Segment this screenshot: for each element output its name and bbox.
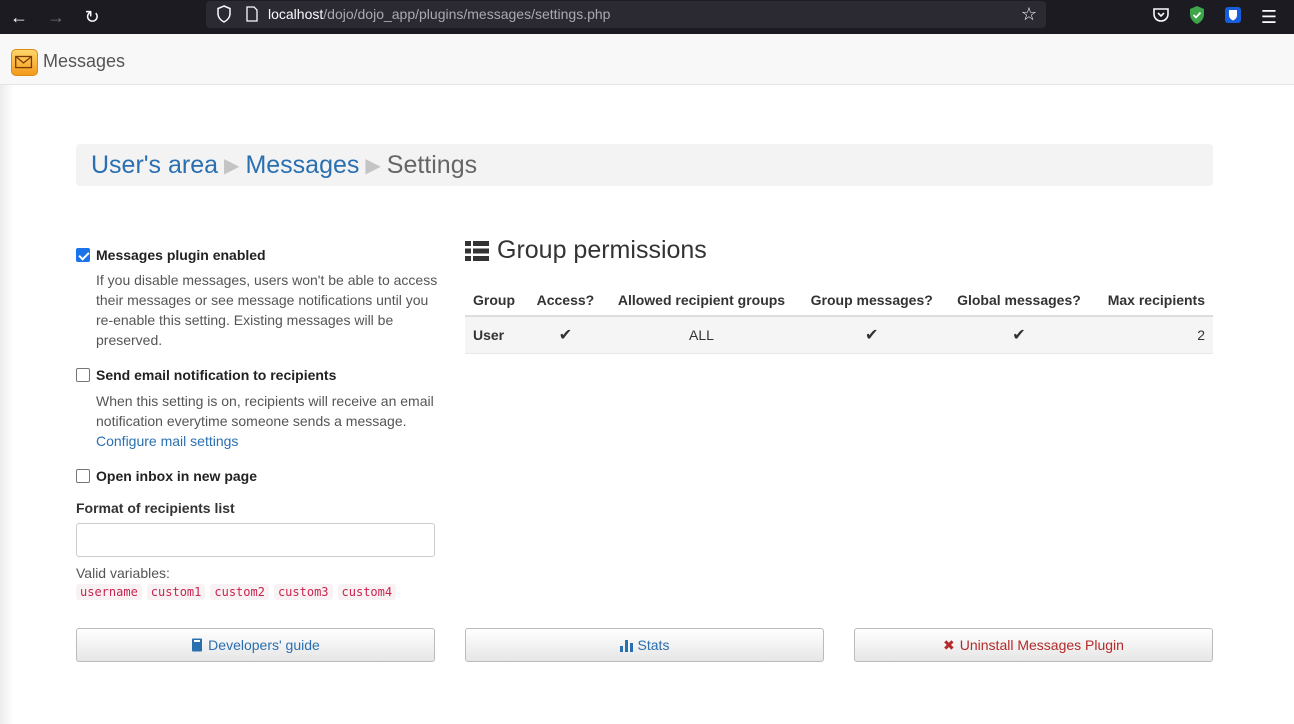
developers-guide-button[interactable]: Developers' guide xyxy=(76,628,435,662)
table-row: User ✔ ALL ✔ ✔ 2 xyxy=(465,316,1213,354)
group-permissions-heading: Group permissions xyxy=(465,236,707,265)
setting-plugin-enabled[interactable]: Messages plugin enabled xyxy=(76,247,266,263)
permissions-header-row: Group Access? Allowed recipient groups G… xyxy=(465,284,1213,317)
uninstall-button[interactable]: ✖ Uninstall Messages Plugin xyxy=(854,628,1213,662)
plugin-enabled-checkbox[interactable] xyxy=(76,248,90,262)
breadcrumb-messages[interactable]: Messages xyxy=(245,151,359,180)
configure-mail-link[interactable]: Configure mail settings xyxy=(96,433,238,449)
valid-variables-list: username custom1 custom2 custom3 custom4 xyxy=(76,584,397,600)
max-recipients-cell: 2 xyxy=(1092,316,1213,354)
uninstall-label: Uninstall Messages Plugin xyxy=(959,637,1124,653)
messages-logo-icon xyxy=(11,49,38,76)
breadcrumb-separator-icon: ▶ xyxy=(365,154,381,177)
app-header: Messages xyxy=(0,34,1294,85)
group-messages-check-icon: ✔ xyxy=(798,316,945,354)
breadcrumb-users-area[interactable]: User's area xyxy=(91,151,218,180)
open-inbox-checkbox[interactable] xyxy=(76,469,90,483)
col-header-access: Access? xyxy=(526,284,605,317)
tracking-shield-icon[interactable] xyxy=(216,5,232,23)
permissions-table: Group Access? Allowed recipient groups G… xyxy=(465,284,1213,354)
global-messages-check-icon: ✔ xyxy=(944,316,1093,354)
plugin-enabled-label[interactable]: Messages plugin enabled xyxy=(96,247,266,263)
menu-icon[interactable]: ☰ xyxy=(1256,4,1282,30)
bookmark-star-icon[interactable]: ☆ xyxy=(1018,3,1040,25)
reload-icon[interactable]: ↻ xyxy=(79,4,105,30)
recipients-format-input[interactable] xyxy=(76,523,435,557)
developers-guide-label: Developers' guide xyxy=(208,637,320,653)
url-text[interactable]: localhost/dojo/dojo_app/plugins/messages… xyxy=(268,6,610,22)
forward-icon[interactable]: → xyxy=(43,4,69,30)
app-title[interactable]: Messages xyxy=(43,51,125,72)
variable-code: custom4 xyxy=(337,584,397,600)
open-inbox-label[interactable]: Open inbox in new page xyxy=(96,468,257,484)
back-icon[interactable]: ← xyxy=(6,4,32,30)
plugin-enabled-description: If you disable messages, users won't be … xyxy=(96,272,438,348)
variable-code: custom1 xyxy=(146,584,206,600)
email-notification-label[interactable]: Send email notification to recipients xyxy=(96,367,336,383)
variable-code: custom3 xyxy=(273,584,333,600)
email-notification-text: When this setting is on, recipients will… xyxy=(96,393,434,429)
variable-code: custom2 xyxy=(210,584,269,600)
col-header-group: Group xyxy=(465,284,527,317)
breadcrumb-separator-icon: ▶ xyxy=(224,154,240,177)
col-header-max-recipients: Max recipients xyxy=(1092,284,1213,317)
valid-variables-label: Valid variables: xyxy=(76,565,170,581)
col-header-allowed-groups: Allowed recipient groups xyxy=(604,284,799,317)
email-notification-description: When this setting is on, recipients will… xyxy=(96,391,441,451)
book-icon xyxy=(192,638,203,652)
page-info-icon[interactable] xyxy=(246,6,258,22)
breadcrumb-current: Settings xyxy=(386,150,478,179)
group-cell: User xyxy=(465,316,527,354)
stats-button[interactable]: Stats xyxy=(465,628,824,662)
group-permissions-title: Group permissions xyxy=(497,236,707,264)
close-icon: ✖ xyxy=(943,636,955,653)
stats-label: Stats xyxy=(637,637,670,653)
col-header-global-messages: Global messages? xyxy=(944,284,1093,317)
page-edge-shadow xyxy=(0,85,14,724)
password-manager-icon[interactable] xyxy=(1223,5,1243,25)
pocket-icon[interactable] xyxy=(1151,5,1171,25)
breadcrumb: User's area ▶ Messages ▶ Settings xyxy=(76,144,1213,186)
bar-chart-icon xyxy=(619,639,633,652)
setting-open-inbox[interactable]: Open inbox in new page xyxy=(76,468,257,484)
url-bar[interactable]: localhost/dojo/dojo_app/plugins/messages… xyxy=(206,1,1046,28)
email-notification-checkbox[interactable] xyxy=(76,368,90,382)
access-check-icon: ✔ xyxy=(526,316,605,354)
browser-toolbar: ← → ↻ localhost/dojo/dojo_app/plugins/me… xyxy=(0,0,1294,34)
setting-email-notification[interactable]: Send email notification to recipients xyxy=(76,367,336,383)
adblock-shield-icon[interactable] xyxy=(1187,5,1207,25)
variable-code: username xyxy=(76,584,142,600)
recipients-format-label: Format of recipients list xyxy=(76,500,235,516)
col-header-group-messages: Group messages? xyxy=(798,284,945,317)
allowed-groups-cell: ALL xyxy=(604,316,799,354)
list-icon xyxy=(465,240,489,261)
